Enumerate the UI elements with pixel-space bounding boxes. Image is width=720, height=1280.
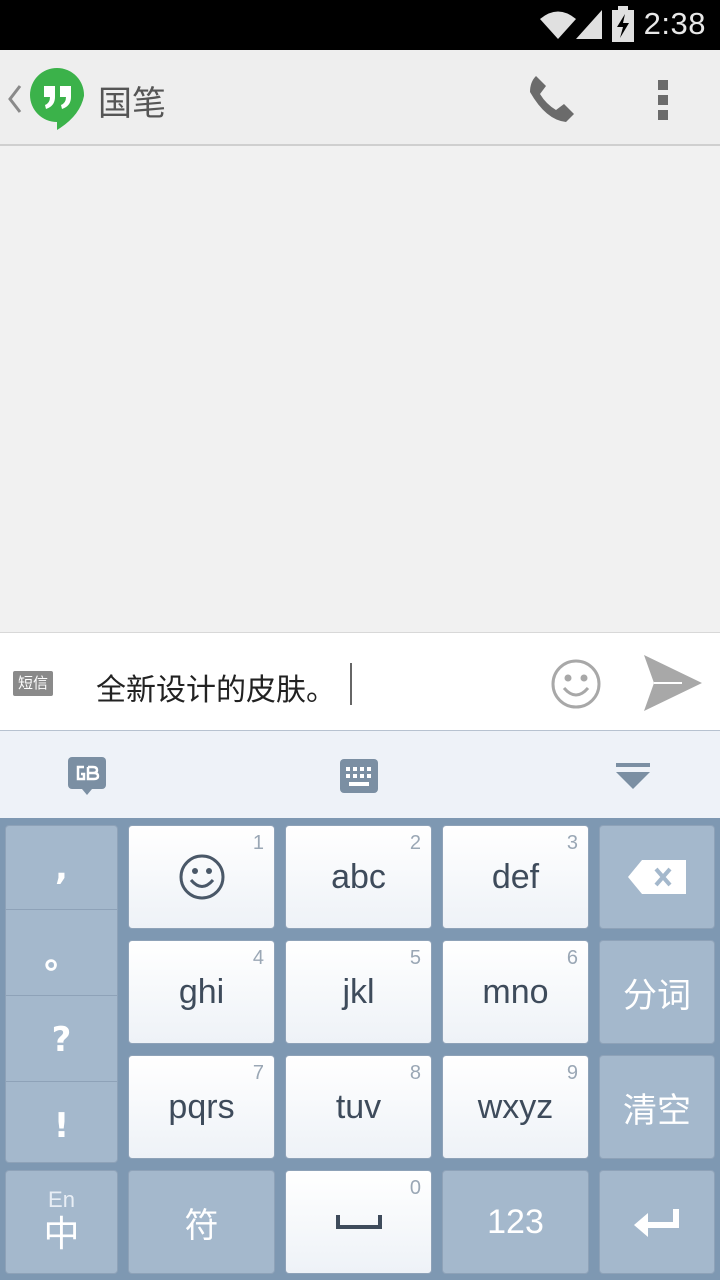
key-number: 6 <box>566 947 578 969</box>
overflow-menu-icon[interactable] <box>652 78 674 122</box>
key-number: 2 <box>409 832 421 854</box>
key-label: jkl <box>342 972 375 1011</box>
punct-key[interactable]: , <box>6 826 117 910</box>
space-key[interactable]: 0 <box>285 1170 432 1274</box>
keyboard-icon[interactable] <box>338 757 380 795</box>
compose-bar: 短信 全新设计的皮肤。 <box>0 632 720 731</box>
key-label: 中 <box>43 1214 80 1255</box>
key-4-ghi[interactable]: ghi 4 <box>128 940 275 1044</box>
key-number: 3 <box>566 832 578 854</box>
numbers-key[interactable]: 123 <box>442 1170 589 1274</box>
contact-name[interactable]: 国笔 <box>98 76 166 125</box>
punct-key[interactable]: 。 <box>6 912 117 996</box>
app-bar: 国笔 <box>0 50 720 146</box>
hide-keyboard-icon[interactable] <box>614 761 652 791</box>
message-input[interactable]: 全新设计的皮肤。 <box>96 665 336 709</box>
key-number: 4 <box>252 947 264 969</box>
key-5-jkl[interactable]: jkl 5 <box>285 940 432 1044</box>
clock: 2:38 <box>643 6 706 41</box>
segment-key[interactable]: 分词 <box>599 940 715 1044</box>
status-bar: 2:38 <box>0 0 720 50</box>
keyboard-toolbar <box>0 730 720 819</box>
phone-icon[interactable] <box>526 72 578 124</box>
punctuation-column: , 。 ? ! <box>5 825 118 1163</box>
punct-key[interactable]: ? <box>6 998 117 1082</box>
clear-key[interactable]: 清空 <box>599 1055 715 1159</box>
battery-charging-icon <box>612 6 634 42</box>
message-thread <box>0 146 720 632</box>
symbols-key[interactable]: 符 <box>128 1170 275 1274</box>
emoji-icon <box>179 854 224 900</box>
key-label: 123 <box>487 1202 544 1241</box>
key-7-pqrs[interactable]: pqrs 7 <box>128 1055 275 1159</box>
send-icon[interactable] <box>642 653 704 713</box>
key-label: mno <box>482 972 549 1011</box>
enter-icon <box>634 1209 679 1237</box>
signal-icon <box>576 10 602 39</box>
key-label: abc <box>331 857 386 896</box>
key-label: wxyz <box>477 1087 554 1126</box>
key-number: 0 <box>409 1177 421 1199</box>
key-9-wxyz[interactable]: wxyz 9 <box>442 1055 589 1159</box>
gb-logo-icon[interactable] <box>66 755 108 797</box>
key-number: 8 <box>409 1062 421 1084</box>
language-switch-key[interactable]: En 中 <box>5 1170 118 1274</box>
key-2-abc[interactable]: abc 2 <box>285 825 432 929</box>
text-cursor <box>350 663 352 705</box>
key-8-tuv[interactable]: tuv 8 <box>285 1055 432 1159</box>
key-number: 7 <box>252 1062 264 1084</box>
wifi-icon <box>540 11 576 39</box>
key-number: 5 <box>409 947 421 969</box>
space-bar-icon <box>335 1215 382 1229</box>
key-6-mno[interactable]: mno 6 <box>442 940 589 1044</box>
key-label: pqrs <box>168 1087 235 1126</box>
key-label: ghi <box>178 972 225 1011</box>
key-number: 1 <box>252 832 264 854</box>
key-sublabel: En <box>48 1187 75 1212</box>
keyboard: , 。 ? ! 1 abc 2 def 3 ghi 4 jkl 5 mno 6 … <box>0 818 720 1280</box>
key-label: def <box>491 857 540 896</box>
emoji-icon[interactable] <box>550 658 602 710</box>
punct-key[interactable]: ! <box>6 1084 117 1168</box>
key-label: 符 <box>184 1205 219 1246</box>
back-chevron-icon[interactable] <box>6 84 24 114</box>
key-3-def[interactable]: def 3 <box>442 825 589 929</box>
key-label: tuv <box>335 1087 382 1126</box>
backspace-icon <box>628 860 686 894</box>
key-number: 9 <box>566 1062 578 1084</box>
key-label: 清空 <box>623 1090 691 1131</box>
hangouts-logo-icon[interactable] <box>28 66 86 130</box>
enter-key[interactable] <box>599 1170 715 1274</box>
key-label: 分词 <box>623 975 691 1016</box>
backspace-key[interactable] <box>599 825 715 929</box>
key-1-emoji[interactable]: 1 <box>128 825 275 929</box>
sms-badge: 短信 <box>13 671 53 696</box>
